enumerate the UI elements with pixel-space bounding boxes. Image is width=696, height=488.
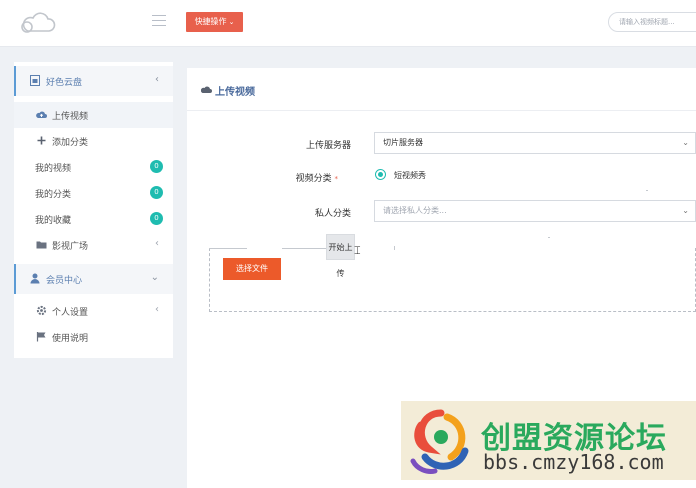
category-label-text: 视频分类 (295, 174, 332, 184)
user-icon (30, 273, 40, 284)
sidebar-group-label: 好色云盘 (46, 78, 83, 88)
count-badge: 0 (150, 160, 163, 173)
sidebar-group-cloud[interactable]: 好色云盘 ‹ (14, 66, 173, 96)
quick-actions-label: 快捷操作 (194, 17, 227, 26)
sidebar-item-label: 我的视频 (35, 164, 72, 174)
chevron-down-icon: ⌄ (682, 138, 689, 147)
count-badge: 0 (150, 212, 163, 225)
count-badge: 0 (150, 186, 163, 199)
file-image-icon (30, 75, 40, 86)
private-category-label: 私人分类 (314, 209, 351, 219)
sidebar-item-add-category[interactable]: 添加分类 (14, 128, 173, 154)
sidebar-item-my-videos[interactable]: 我的视频 0 (14, 154, 173, 180)
plus-icon (37, 136, 46, 145)
chevron-down-icon: ⌄ (228, 18, 235, 26)
drop-zone-border (209, 248, 247, 249)
chevron-left-icon: ‹ (155, 304, 159, 315)
sidebar-item-video-plaza[interactable]: 影视广场 ‹ (14, 232, 173, 258)
drop-zone-border (394, 246, 395, 250)
drop-zone-border (548, 237, 550, 238)
sidebar-group-member[interactable]: 会员中心 ⌄ (14, 264, 173, 294)
sidebar-item-my-categories[interactable]: 我的分类 0 (14, 180, 173, 206)
forum-logo-icon (410, 409, 469, 474)
folder-icon (36, 241, 47, 249)
category-radio-label: 短视频秀 (394, 171, 426, 180)
chevron-left-icon: ‹ (155, 74, 159, 85)
required-mark: * (334, 175, 339, 183)
sidebar-item-personal-settings[interactable]: 个人设置 ‹ (14, 298, 173, 324)
top-bar: 快捷操作 ⌄ (0, 0, 696, 47)
sidebar-item-upload-video[interactable]: 上传视频 (14, 102, 173, 128)
sidebar-item-label: 个人设置 (52, 308, 89, 318)
cloud-upload-icon (201, 86, 212, 93)
choose-file-button[interactable]: 选择文件 (223, 258, 281, 280)
cloud-logo-icon[interactable] (20, 12, 56, 34)
sidebar: 好色云盘 ‹ 上传视频 添加分类 我的视频 0 我的分类 0 我的收藏 0 影视… (14, 62, 173, 358)
chevron-down-icon: ⌄ (150, 272, 159, 283)
server-select[interactable]: 切片服务器 ⌄ (374, 132, 696, 154)
search-input[interactable] (608, 12, 696, 32)
page-title: 上传视频 (215, 87, 255, 98)
menu-toggle-icon[interactable] (152, 15, 166, 27)
private-category-placeholder: 请选择私人分类... (383, 206, 447, 215)
server-label: 上传服务器 (305, 141, 351, 151)
sidebar-item-label: 我的分类 (35, 190, 72, 200)
sidebar-group-label: 会员中心 (46, 276, 83, 286)
watermark-banner: 创盟资源论坛 bbs.cmzy168.com (401, 401, 696, 480)
sidebar-item-instructions[interactable]: 使用说明 (14, 324, 173, 350)
chevron-down-icon: ⌄ (682, 206, 689, 215)
category-radio-short-video[interactable] (375, 169, 386, 180)
text-cursor-icon: ⌶ (354, 244, 361, 257)
cloud-upload-icon (36, 111, 47, 118)
drop-zone-border (282, 248, 326, 249)
flag-icon (36, 332, 46, 342)
start-upload-button[interactable]: 开始上传 (326, 234, 355, 278)
sidebar-item-label: 我的收藏 (35, 216, 72, 226)
watermark-url: bbs.cmzy168.com (483, 450, 664, 474)
sidebar-item-label: 上传视频 (52, 112, 89, 122)
quick-actions-button[interactable]: 快捷操作 ⌄ (186, 12, 243, 32)
gear-icon (36, 305, 47, 316)
category-label: 视频分类 * (238, 171, 338, 184)
private-category-select[interactable]: 请选择私人分类... ⌄ (374, 200, 696, 222)
upload-drop-zone[interactable] (209, 248, 696, 312)
server-select-value: 切片服务器 (383, 138, 423, 147)
panel-header: 上传视频 (187, 68, 696, 111)
chevron-left-icon: ‹ (155, 238, 159, 249)
sidebar-item-label: 使用说明 (52, 334, 89, 344)
sidebar-item-label: 影视广场 (52, 242, 89, 252)
sidebar-item-label: 添加分类 (52, 138, 89, 148)
drop-zone-border (646, 190, 648, 191)
sidebar-item-my-favorites[interactable]: 我的收藏 0 (14, 206, 173, 232)
